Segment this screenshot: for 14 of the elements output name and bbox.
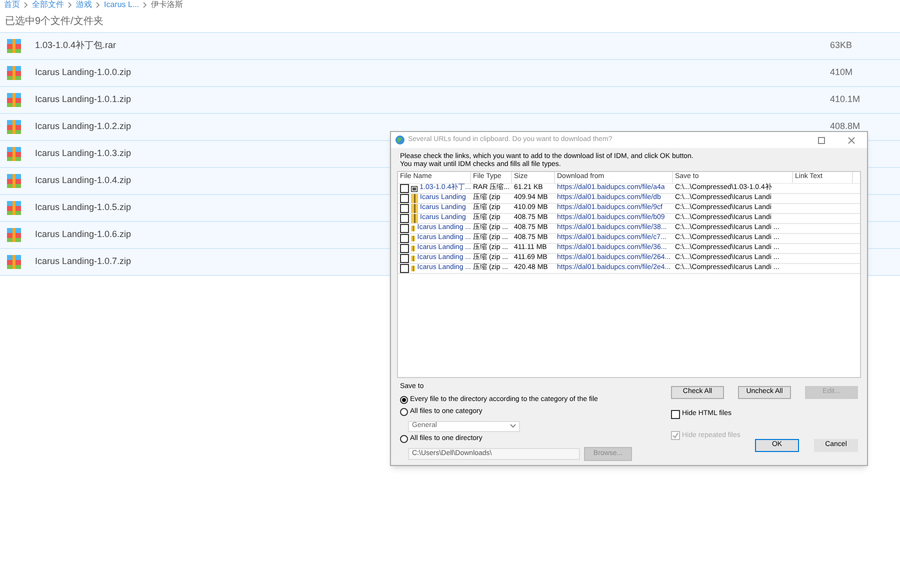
- file-name: Icarus Landing-1.0.5.zip: [35, 201, 132, 214]
- file-name: Icarus Landing-1.0.1.zip: [35, 93, 132, 106]
- file-size: 408.8M: [830, 120, 860, 134]
- file-name: Icarus Landing-1.0.4.zip: [35, 174, 132, 188]
- file-name: Icarus Landing-1.0.0.zip: [35, 66, 132, 80]
- file-size: 410M: [830, 66, 854, 80]
- selection-status: 已选中9个文件/文件夹: [5, 14, 104, 28]
- file-name: Icarus Landing-1.0.7.zip: [35, 255, 132, 268]
- file-size: 410.1M: [830, 93, 860, 106]
- file-name: Icarus Landing-1.0.3.zip: [35, 147, 132, 160]
- file-name: Icarus Landing-1.0.2.zip: [35, 120, 132, 134]
- file-name: Icarus Landing-1.0.6.zip: [35, 228, 132, 242]
- file-size: 63KB: [830, 39, 854, 52]
- file-name: 1.03-1.0.4补丁包.rar: [35, 39, 116, 52]
